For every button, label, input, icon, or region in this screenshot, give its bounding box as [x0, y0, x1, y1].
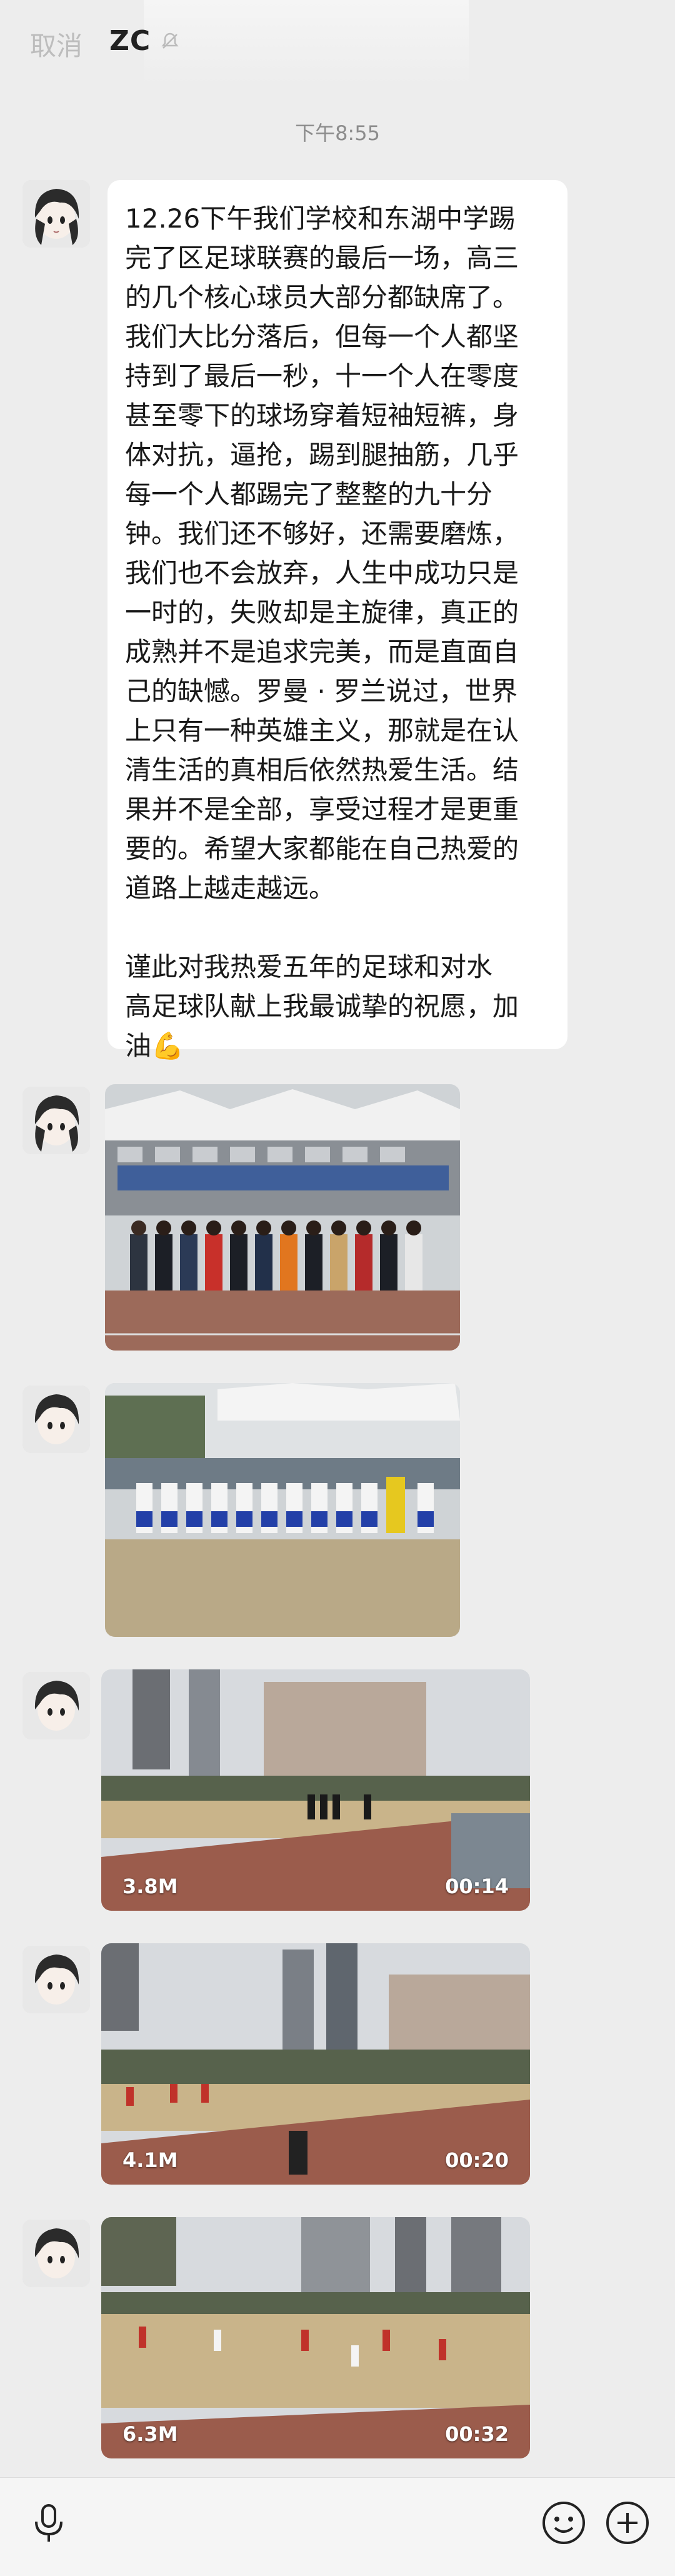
- avatar-anime-icon: [22, 1672, 90, 1739]
- video-duration: 00:14: [445, 1874, 509, 1898]
- cancel-button[interactable]: 取消: [30, 25, 82, 63]
- bell-mute-icon: [161, 33, 179, 49]
- video-duration: 00:32: [445, 2422, 509, 2446]
- message-line: 甚至零下的球场穿着短袖短裤，身: [125, 400, 519, 431]
- chat-title: ZC: [109, 25, 151, 57]
- avatar[interactable]: [22, 1946, 90, 2013]
- chat-input-bar: [0, 2477, 675, 2576]
- avatar-anime-icon: [22, 1386, 90, 1453]
- team-group-photo: [105, 1084, 460, 1351]
- video-size: 6.3M: [122, 2422, 178, 2446]
- message-line: 果并不是全部，享受过程才是更重: [125, 794, 519, 825]
- avatar[interactable]: [22, 2220, 90, 2287]
- message-timestamp: 下午8:55: [295, 121, 380, 145]
- plus-circle-icon[interactable]: [604, 2499, 651, 2547]
- message-line: 我们大比分落后，但每一个人都坚: [125, 321, 519, 352]
- avatar-anime-icon: [22, 1946, 90, 2013]
- message-line: 道路上越走越远。: [125, 873, 336, 903]
- message-line: 钟。我们还不够好，还需要磨炼，: [125, 518, 519, 549]
- video-message[interactable]: 6.3M 00:32: [101, 2217, 530, 2458]
- microphone-icon[interactable]: [25, 2499, 72, 2547]
- video-size: 4.1M: [122, 2148, 178, 2172]
- message-line: 完了区足球联赛的最后一场，高三: [125, 243, 519, 273]
- avatar[interactable]: [22, 1386, 90, 1453]
- message-text: 12.26下午我们学校和东湖中学踢 完了区足球联赛的最后一场，高三 的几个核心球员大…: [125, 199, 550, 1065]
- video-duration: 00:20: [445, 2148, 509, 2172]
- avatar-anime-icon: [22, 2220, 90, 2287]
- avatar[interactable]: [22, 180, 90, 248]
- message-line: 高足球队献上我最诚挚的祝愿，加: [125, 991, 519, 1022]
- message-line: 成熟并不是追求完美，而是直面自: [125, 636, 519, 667]
- message-line: [125, 908, 550, 947]
- message-line: 谨此对我热爱五年的足球和对水: [125, 952, 493, 982]
- avatar[interactable]: [22, 1087, 90, 1154]
- video-size: 3.8M: [122, 1874, 178, 1898]
- message-line: 体对抗，逼抢，踢到腿抽筋，几乎: [125, 440, 519, 470]
- chat-title-area[interactable]: ZC: [109, 25, 181, 57]
- message-line: 每一个人都踢完了整整的九十分: [125, 479, 493, 510]
- video-message[interactable]: 4.1M 00:20: [101, 1943, 530, 2185]
- message-line: 己的缺憾。罗曼 · 罗兰说过，世界: [125, 676, 518, 707]
- team-field-photo: [105, 1383, 460, 1637]
- message-line: 油💪: [125, 1030, 184, 1061]
- message-line: 要的。希望大家都能在自己热爱的: [125, 833, 519, 864]
- header-preview-blur: [144, 0, 469, 84]
- emoji-icon[interactable]: [540, 2499, 588, 2547]
- message-line: 清生活的真相后依然热爱生活。结: [125, 755, 519, 785]
- message-line: 12.26下午我们学校和东湖中学踢: [125, 203, 516, 234]
- avatar[interactable]: [22, 1672, 90, 1739]
- avatar-anime-icon: [22, 180, 90, 248]
- message-bubble[interactable]: 12.26下午我们学校和东湖中学踢 完了区足球联赛的最后一场，高三 的几个核心球员大…: [108, 180, 568, 1061]
- message-line: 我们也不会放弃，人生中成功只是: [125, 558, 519, 588]
- message-line: 一时的，失败却是主旋律，真正的: [125, 597, 519, 628]
- image-message-team-field[interactable]: [105, 1383, 460, 1637]
- chat-header: 取消 ZC: [0, 0, 675, 88]
- message-line: 持到了最后一秒，十一个人在零度: [125, 361, 519, 391]
- avatar-anime-icon: [22, 1087, 90, 1154]
- message-line: 上只有一种英雄主义，那就是在认: [125, 715, 519, 746]
- image-message-team-group[interactable]: [105, 1084, 460, 1351]
- message-line: 的几个核心球员大部分都缺席了。: [125, 282, 519, 313]
- video-message[interactable]: 3.8M 00:14: [101, 1669, 530, 1911]
